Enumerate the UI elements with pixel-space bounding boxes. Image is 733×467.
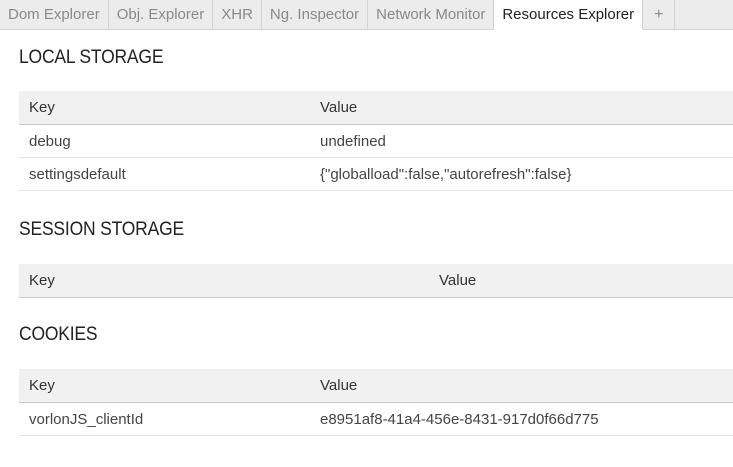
tab-obj-explorer[interactable]: Obj. Explorer	[108, 0, 214, 29]
session-storage-table: Key Value	[19, 264, 733, 298]
tab-resources-explorer[interactable]: Resources Explorer	[494, 0, 644, 30]
cell-key: settingsdefault	[19, 157, 310, 191]
table-header-row: Key Value	[19, 369, 733, 403]
tab-xhr[interactable]: XHR	[213, 0, 262, 29]
column-header-key: Key	[19, 369, 310, 403]
cell-value: e8951af8-41a4-456e-8431-917d0f66d775	[310, 402, 733, 436]
cell-key: debug	[19, 124, 310, 158]
tab-network-monitor[interactable]: Network Monitor	[368, 0, 495, 29]
table-header-row: Key Value	[19, 91, 733, 125]
cell-key: vorlonJS_clientId	[19, 402, 310, 436]
local-storage-table: Key Value debug undefined settingsdefaul…	[19, 91, 733, 191]
cell-value: undefined	[310, 124, 733, 158]
table-header-row: Key Value	[19, 264, 733, 298]
table-row[interactable]: debug undefined	[19, 124, 733, 158]
column-header-value: Value	[310, 369, 733, 403]
cell-value: {"globalload":false,"autorefresh":false}	[310, 157, 733, 191]
column-header-key: Key	[19, 264, 310, 298]
local-storage-title: LOCAL STORAGE	[19, 47, 164, 68]
tab-bar: Dom Explorer Obj. Explorer XHR Ng. Inspe…	[0, 0, 733, 30]
column-header-key: Key	[19, 91, 310, 125]
session-storage-title: SESSION STORAGE	[19, 219, 184, 240]
cookies-title: COOKIES	[19, 324, 98, 345]
table-row[interactable]: settingsdefault {"globalload":false,"aut…	[19, 157, 733, 191]
add-tab-button[interactable]: +	[643, 0, 676, 29]
column-header-value: Value	[310, 264, 733, 298]
tab-ng-inspector[interactable]: Ng. Inspector	[261, 0, 369, 29]
column-header-value: Value	[310, 91, 733, 125]
tab-bar-filler	[675, 0, 733, 29]
tab-dom-explorer[interactable]: Dom Explorer	[0, 0, 109, 29]
table-row[interactable]: vorlonJS_clientId e8951af8-41a4-456e-843…	[19, 402, 733, 436]
cookies-table: Key Value vorlonJS_clientId e8951af8-41a…	[19, 369, 733, 436]
